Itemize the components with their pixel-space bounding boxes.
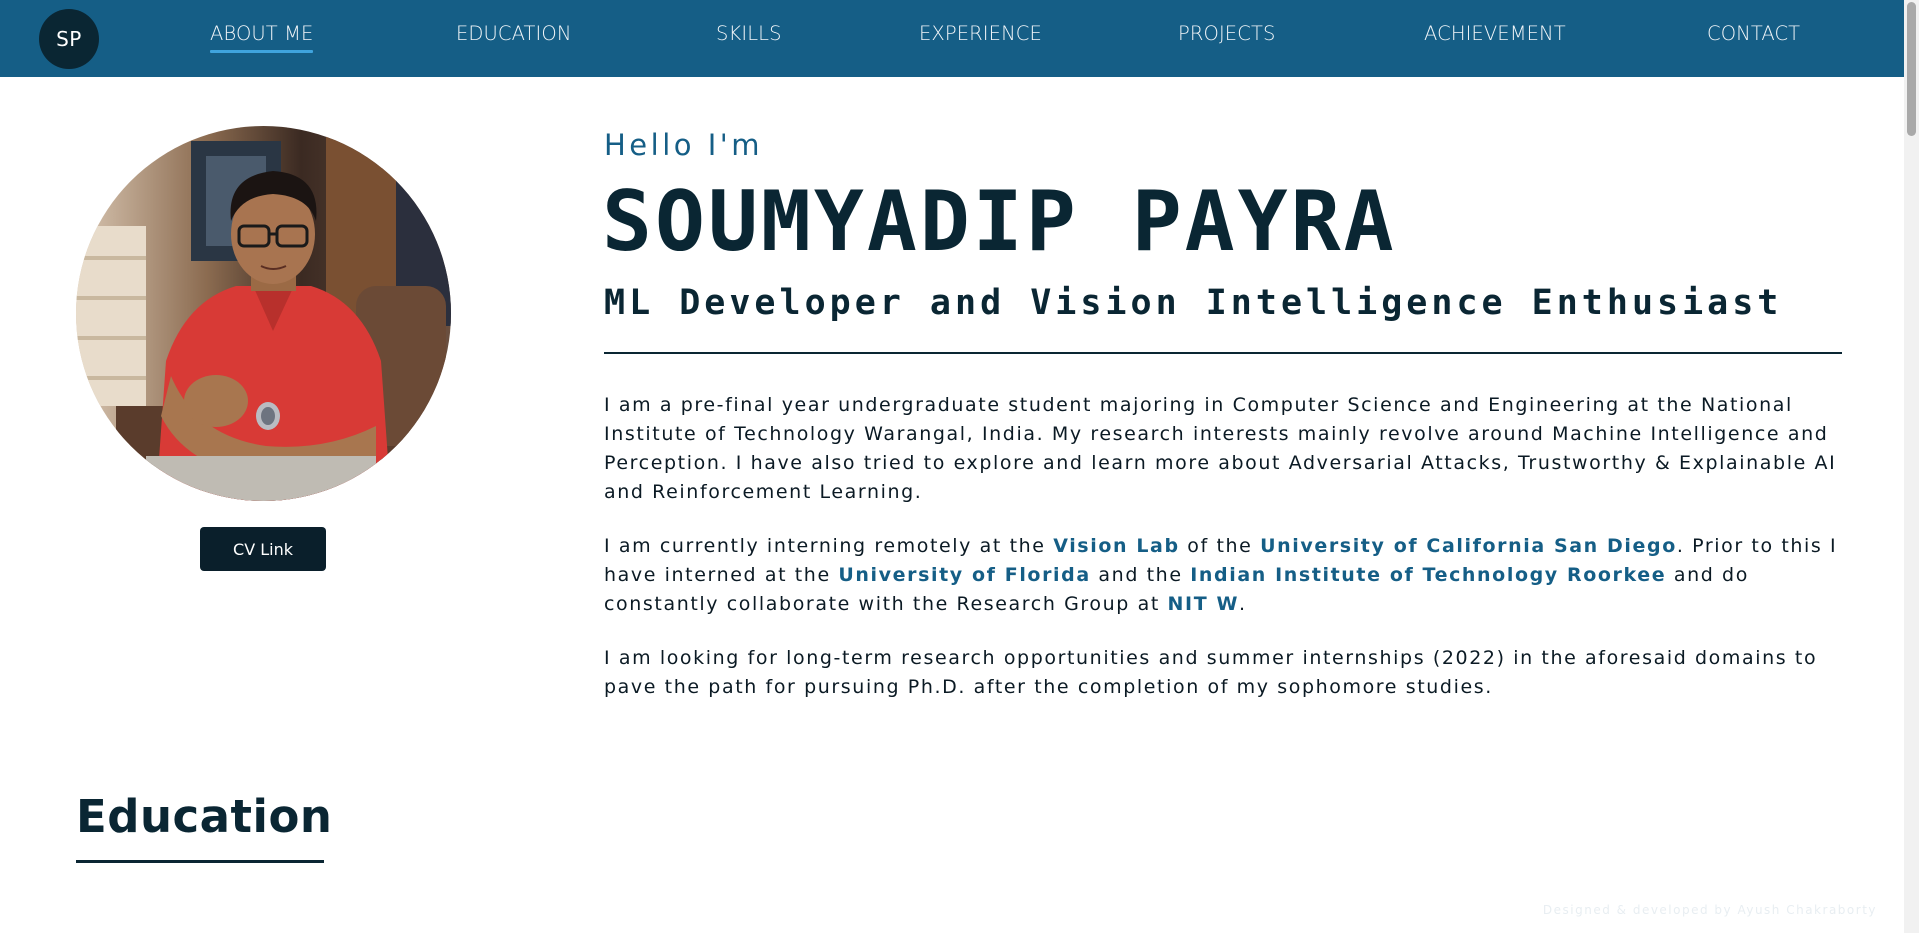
bio-paragraph-2: I am currently interning remotely at the… (604, 532, 1844, 619)
profile-photo-illustration (76, 126, 451, 501)
link-nit-w[interactable]: NIT W (1168, 593, 1240, 615)
logo-badge[interactable]: SP (39, 9, 99, 69)
nav-item-experience[interactable]: EXPERIENCE (919, 22, 1042, 45)
bio-paragraph-1: I am a pre-final year undergraduate stud… (604, 394, 1837, 503)
education-title-underline (76, 860, 324, 863)
nav-item-achievement[interactable]: ACHIEVEMENT (1424, 22, 1566, 45)
nav-item-education[interactable]: EDUCATION (456, 22, 572, 45)
page-title-name: SOUMYADIP PAYRA (602, 173, 1397, 270)
link-vision-lab[interactable]: Vision Lab (1053, 535, 1179, 557)
nav-item-skills[interactable]: SKILLS (716, 22, 782, 45)
education-section-title: Education (76, 790, 333, 843)
nav-item-contact[interactable]: CONTACT (1707, 22, 1800, 45)
bio-text: . (1239, 593, 1247, 615)
profile-photo (76, 126, 451, 501)
hero-divider (604, 352, 1842, 354)
link-ucsd[interactable]: University of California San Diego (1260, 535, 1677, 557)
bio-text: and the (1090, 564, 1191, 586)
link-university-of-florida[interactable]: University of Florida (838, 564, 1090, 586)
top-navbar: SP ABOUT ME EDUCATION SKILLS EXPERIENCE … (0, 0, 1904, 77)
cv-link-button[interactable]: CV Link (200, 527, 326, 571)
scrollbar-thumb[interactable] (1907, 2, 1916, 136)
greeting-text: Hello I'm (604, 128, 763, 162)
page-scrollbar[interactable] (1904, 0, 1919, 933)
footer-credit: Designed & developed by Ayush Chakrabort… (1542, 903, 1877, 917)
tagline: ML Developer and Vision Intelligence Ent… (604, 283, 1783, 323)
nav-item-projects[interactable]: PROJECTS (1178, 22, 1275, 45)
link-iit-roorkee[interactable]: Indian Institute of Technology Roorkee (1190, 564, 1666, 586)
bio-text: I am currently interning remotely at the (604, 535, 1054, 557)
nav-item-about-me[interactable]: ABOUT ME (210, 22, 314, 53)
bio-text: of the (1179, 535, 1261, 557)
bio-paragraph-3: I am looking for long-term research oppo… (604, 647, 1818, 698)
